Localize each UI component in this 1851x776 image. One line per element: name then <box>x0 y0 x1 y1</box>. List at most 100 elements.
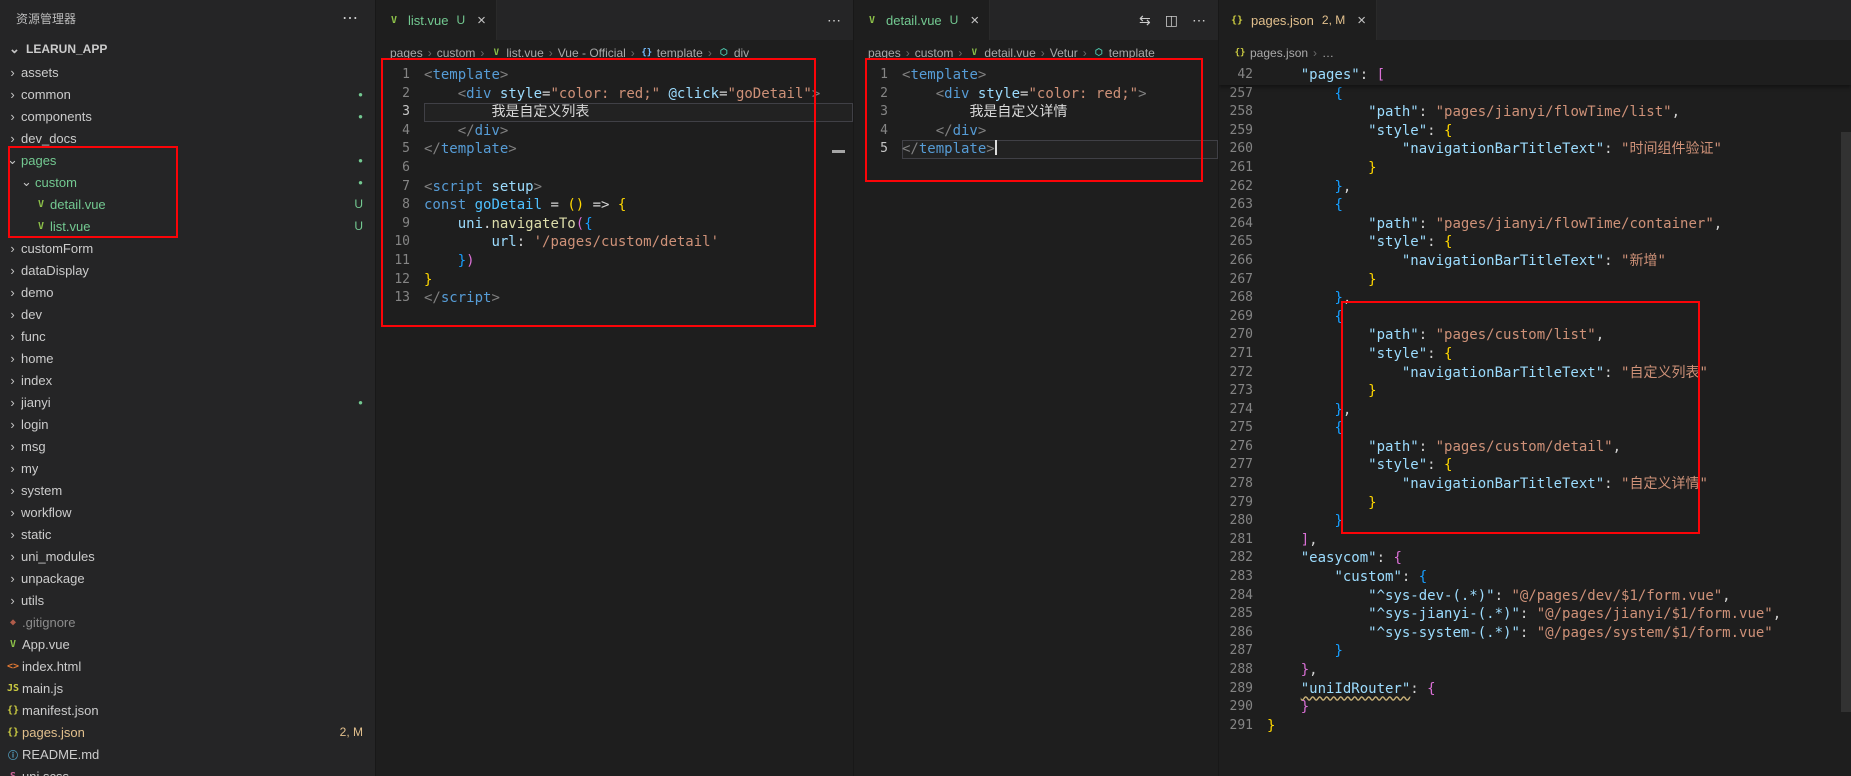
chevron-right-icon: › <box>4 571 21 586</box>
tree-file-main.js[interactable]: JSmain.js <box>0 677 375 699</box>
tree-file-detail.vue[interactable]: Vdetail.vueU <box>0 193 375 215</box>
close-icon[interactable]: × <box>970 12 979 29</box>
code-line-288: 288 }, <box>1219 661 1851 680</box>
tree-folder-customForm[interactable]: ›customForm <box>0 237 375 259</box>
line-number: 288 <box>1219 661 1267 680</box>
code-editor-pages-json[interactable]: 42 "pages": [257 {258 "path": "pages/jia… <box>1219 66 1851 776</box>
tree-folder-jianyi[interactable]: ›jianyi● <box>0 391 375 413</box>
line-number: 280 <box>1219 512 1267 531</box>
tree-folder-uni_modules[interactable]: ›uni_modules <box>0 545 375 567</box>
tree-folder-msg[interactable]: ›msg <box>0 435 375 457</box>
code-editor-list-vue[interactable]: 1<template>2 <div style="color: red;" @c… <box>376 66 853 776</box>
line-content: "navigationBarTitleText": "新增" <box>1267 252 1851 271</box>
code-line-6: 6 <box>376 159 853 178</box>
tree-folder-system[interactable]: ›system <box>0 479 375 501</box>
tree-folder-static[interactable]: ›static <box>0 523 375 545</box>
breadcrumb-item[interactable]: {}template <box>640 46 703 60</box>
tree-folder-login[interactable]: ›login <box>0 413 375 435</box>
tree-item-label: demo <box>21 285 54 300</box>
tree-item-label: index <box>21 373 52 388</box>
tree-file-index.html[interactable]: <>index.html <box>0 655 375 677</box>
line-number: 2 <box>854 85 902 104</box>
breadcrumb-item[interactable]: {}pages.json <box>1233 46 1308 60</box>
line-content: url: '/pages/custom/detail' <box>424 233 853 252</box>
tree-folder-assets[interactable]: ›assets <box>0 61 375 83</box>
tree-file-uni.scss[interactable]: Suni.scss <box>0 765 375 776</box>
line-content: }, <box>1267 178 1851 197</box>
tree-folder-dataDisplay[interactable]: ›dataDisplay <box>0 259 375 281</box>
tree-folder-utils[interactable]: ›utils <box>0 589 375 611</box>
breadcrumb-item[interactable]: Vetur <box>1050 46 1078 60</box>
changes-dot-badge: ● <box>350 178 363 187</box>
more-icon[interactable]: ⋯ <box>827 12 841 29</box>
code-editor-detail-vue[interactable]: 1<template>2 <div style="color: red;">3 … <box>854 66 1218 776</box>
tree-item-label: dataDisplay <box>21 263 89 278</box>
tree-folder-index[interactable]: ›index <box>0 369 375 391</box>
breadcrumb-item[interactable]: custom <box>437 46 476 60</box>
tree-folder-components[interactable]: ›components● <box>0 105 375 127</box>
breadcrumb-separator: › <box>428 46 432 60</box>
code-line-3: 3 我是自定义详情 <box>854 103 1218 122</box>
line-content: }) <box>424 252 853 271</box>
tree-file-README.md[interactable]: ⓘREADME.md <box>0 743 375 765</box>
tree-folder-workflow[interactable]: ›workflow <box>0 501 375 523</box>
tree-folder-demo[interactable]: ›demo <box>0 281 375 303</box>
explorer-root-folder[interactable]: ⌄ LEARUN_APP <box>0 36 375 61</box>
line-content: } <box>1267 512 1851 531</box>
tree-file-.gitignore[interactable]: ◆.gitignore <box>0 611 375 633</box>
tree-item-label: dev <box>21 307 42 322</box>
code-line-259: 259 "style": { <box>1219 122 1851 141</box>
line-content: } <box>1267 382 1851 401</box>
scrollbar[interactable] <box>1841 132 1851 712</box>
symTag-icon: ⬡ <box>717 48 731 58</box>
breadcrumb-item[interactable]: Vue - Official <box>558 46 626 60</box>
line-number: 8 <box>376 196 424 215</box>
tree-folder-custom[interactable]: ⌄custom● <box>0 171 375 193</box>
tree-folder-dev[interactable]: ›dev <box>0 303 375 325</box>
line-number: 290 <box>1219 698 1267 717</box>
breadcrumb-item[interactable]: pages <box>868 46 901 60</box>
line-number: 10 <box>376 233 424 252</box>
tree-file-pages.json[interactable]: {}pages.json2, M <box>0 721 375 743</box>
tree-folder-unpackage[interactable]: ›unpackage <box>0 567 375 589</box>
more-actions-icon[interactable]: ⋯ <box>342 8 359 28</box>
line-number: 276 <box>1219 438 1267 457</box>
split-icon[interactable]: ◫ <box>1165 12 1178 29</box>
symTag-icon: ⬡ <box>1092 48 1106 58</box>
js-icon: JS <box>4 683 22 694</box>
tree-item-label: msg <box>21 439 46 454</box>
breadcrumb-item[interactable]: pages <box>390 46 423 60</box>
tree-folder-common[interactable]: ›common● <box>0 83 375 105</box>
chevron-right-icon: › <box>4 263 21 278</box>
code-line-279: 279 } <box>1219 494 1851 513</box>
tree-folder-my[interactable]: ›my <box>0 457 375 479</box>
more-icon[interactable]: ⋯ <box>1192 12 1206 29</box>
tree-folder-func[interactable]: ›func <box>0 325 375 347</box>
breadcrumb-separator: › <box>708 46 712 60</box>
close-icon[interactable]: × <box>1357 12 1366 29</box>
tree-file-manifest.json[interactable]: {}manifest.json <box>0 699 375 721</box>
code-line-258: 258 "path": "pages/jianyi/flowTime/list"… <box>1219 103 1851 122</box>
tree-file-App.vue[interactable]: VApp.vue <box>0 633 375 655</box>
breadcrumb-item[interactable]: ⬡template <box>1092 46 1155 60</box>
tab-label: list.vue <box>408 13 448 28</box>
close-icon[interactable]: × <box>477 12 486 29</box>
tree-folder-dev_docs[interactable]: ›dev_docs <box>0 127 375 149</box>
tree-folder-pages[interactable]: ⌄pages● <box>0 149 375 171</box>
compare-icon[interactable]: ⇆ <box>1139 12 1151 29</box>
code-line-283: 283 "custom": { <box>1219 568 1851 587</box>
breadcrumb-item[interactable]: custom <box>915 46 954 60</box>
tab-detail-vue[interactable]: V detail.vue U × <box>854 0 990 40</box>
breadcrumb-item[interactable]: … <box>1322 46 1334 60</box>
tree-folder-home[interactable]: ›home <box>0 347 375 369</box>
line-number: 6 <box>376 159 424 178</box>
explorer-header: 资源管理器 ⋯ <box>0 0 375 36</box>
breadcrumb-item[interactable]: ⬡div <box>717 46 749 60</box>
tab-pages-json[interactable]: {} pages.json 2, M × <box>1219 0 1377 40</box>
json-icon: {} <box>1233 48 1247 58</box>
git-status-badge: U <box>456 13 465 27</box>
breadcrumb-item[interactable]: Vlist.vue <box>489 46 543 60</box>
breadcrumb-item[interactable]: Vdetail.vue <box>967 46 1035 60</box>
tab-list-vue[interactable]: V list.vue U × <box>376 0 497 40</box>
tree-file-list.vue[interactable]: Vlist.vueU <box>0 215 375 237</box>
